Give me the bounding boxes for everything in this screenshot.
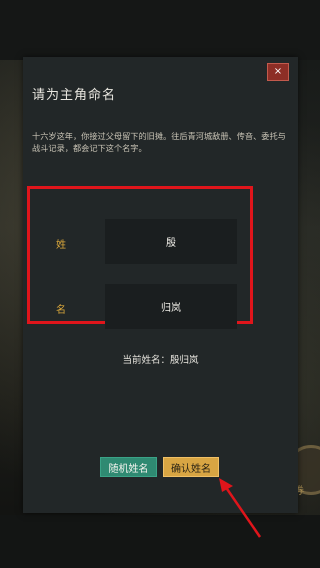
annotation-arrow-icon — [219, 478, 262, 538]
